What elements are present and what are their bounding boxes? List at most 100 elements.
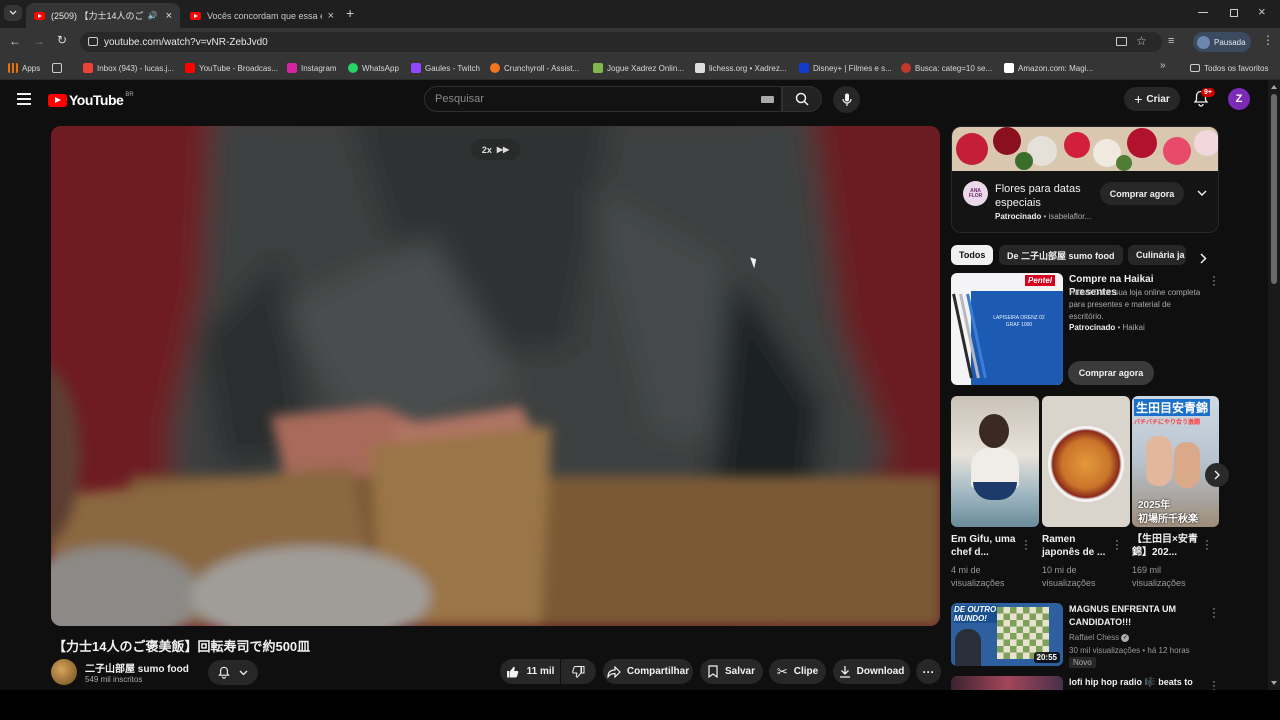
microphone-icon — [841, 93, 852, 106]
browser-tab-active[interactable]: (2509) 【力士14人のご褒美飯 🔊 × — [26, 3, 180, 28]
short-title[interactable]: Ramen japonês de ... — [1042, 533, 1108, 559]
clip-button[interactable]: ✂ Clipe — [769, 659, 826, 684]
youtube-logo[interactable]: YouTube BR — [48, 92, 134, 108]
youtube-favicon-icon — [34, 11, 45, 20]
bookmark-item[interactable]: Amazon.com: Magi... — [1004, 61, 1093, 75]
scrollbar-down-arrow[interactable] — [1271, 681, 1277, 685]
save-button[interactable]: Salvar — [700, 659, 763, 684]
bookmark-item[interactable]: lichess.org • Xadrez... — [695, 61, 787, 75]
fast-forward-icon: ▶▶ — [496, 145, 510, 154]
bookmark-item[interactable]: Apps — [8, 61, 40, 75]
profile-avatar — [1197, 35, 1210, 49]
close-window-button[interactable]: × — [1258, 4, 1266, 19]
scrollbar-thumb[interactable] — [1271, 94, 1277, 284]
more-actions-button[interactable]: ··· — [916, 659, 941, 684]
ad-banner[interactable]: ANA FLOR Flores para datas especiais Pat… — [951, 126, 1219, 233]
tab-groups-icon[interactable] — [52, 61, 66, 75]
bookmark-item[interactable]: Busca: categ=10 se... — [901, 61, 992, 75]
short-views: 169 mil visualizações — [1132, 565, 1186, 588]
short-title[interactable]: 【生田目×安青錦】202... — [1132, 533, 1198, 559]
short-thumbnail[interactable] — [951, 396, 1039, 527]
bookmark-star-icon[interactable]: ☆ — [1136, 34, 1147, 48]
verified-icon: ✓ — [1121, 633, 1130, 642]
more-options-icon[interactable]: ··· — [1212, 604, 1216, 623]
more-bookmarks-icon[interactable]: » — [1160, 60, 1166, 71]
ad-card-thumbnail[interactable]: Pentel LAPISEIRA ORENZ 02 GRAF 1000 — [951, 273, 1063, 385]
search-input[interactable]: Pesquisar — [424, 86, 782, 112]
bookmark-item[interactable]: Crunchyroll - Assist... — [490, 61, 579, 75]
create-button[interactable]: + Criar — [1124, 87, 1180, 111]
bookmark-item[interactable]: Jogue Xadrez Onlin... — [593, 61, 684, 75]
guide-menu-icon[interactable] — [17, 93, 31, 105]
folder-icon — [1190, 64, 1200, 72]
short-title[interactable]: Em Gifu, uma chef d... — [951, 533, 1017, 559]
channel-name[interactable]: 二子山部屋 sumo food — [85, 660, 189, 675]
download-button[interactable]: Download — [833, 659, 910, 684]
close-tab-icon[interactable]: × — [328, 10, 334, 22]
shorts-next-button[interactable] — [1205, 463, 1229, 487]
bookmark-item[interactable]: Gaules - Twitch — [411, 61, 480, 75]
short-thumbnail[interactable]: 生田目安青錦 バチバチにやり合う激闘 2025年 初場所千秋楽 — [1132, 396, 1219, 527]
subscription-bell-button[interactable] — [208, 660, 258, 685]
more-options-icon[interactable]: ··· — [1212, 272, 1216, 291]
scrollbar-up-arrow[interactable] — [1271, 85, 1277, 89]
more-options-icon[interactable]: ··· — [1115, 536, 1119, 555]
share-button[interactable]: Compartilhar — [603, 659, 693, 684]
account-avatar[interactable]: Z — [1228, 88, 1250, 110]
ad-banner-title: Flores para datas especiais — [995, 183, 1081, 209]
channel-avatar[interactable] — [51, 659, 77, 685]
flowers-banner-image — [952, 127, 1218, 171]
bookmark-item[interactable]: WhatsApp — [348, 61, 399, 75]
back-icon[interactable]: ← — [9, 34, 21, 48]
video-title[interactable]: MAGNUS ENFRENTA UM CANDIDATO!!! — [1069, 603, 1195, 629]
notifications-button[interactable]: 9+ — [1193, 88, 1215, 108]
chip-japanese-cuisine[interactable]: Culinária ja — [1128, 245, 1186, 265]
ad-banner-cta-button[interactable]: Comprar agora — [1100, 182, 1184, 205]
search-button[interactable] — [782, 86, 822, 112]
reload-icon[interactable]: ↻ — [57, 33, 67, 47]
maximize-button[interactable] — [1230, 9, 1238, 17]
site-info-icon[interactable] — [88, 37, 98, 46]
bookmark-item[interactable]: Instagram — [287, 61, 337, 75]
video-thumbnail[interactable]: DE OUTRO MUNDO! 20:55 — [951, 603, 1063, 666]
chip-all[interactable]: Todos — [951, 245, 994, 265]
new-tab-button[interactable]: + — [346, 5, 354, 21]
thumb-text: DE OUTRO MUNDO! — [954, 605, 998, 623]
bookmark-item[interactable]: YouTube - Broadcas... — [185, 61, 278, 75]
download-label: Download — [856, 666, 905, 677]
chevron-right-icon[interactable] — [1200, 253, 1207, 264]
cast-icon[interactable] — [1116, 37, 1127, 46]
gmail-icon — [83, 63, 93, 73]
video-title[interactable]: lofi hip hop radio 🎼 beats to — [1069, 676, 1195, 689]
more-options-icon[interactable]: ··· — [1205, 536, 1209, 555]
video-frame — [51, 126, 940, 626]
bookmark-item[interactable]: Inbox (943) - lucas.j... — [83, 61, 174, 75]
voice-search-button[interactable] — [833, 86, 860, 113]
minimize-button[interactable] — [1198, 12, 1208, 13]
short-thumbnail[interactable] — [1042, 396, 1130, 527]
chevron-down-icon[interactable] — [1197, 190, 1207, 197]
new-badge: Novo — [1069, 657, 1096, 668]
browser-tab[interactable]: Vocês concordam que essa é u × — [182, 3, 342, 28]
like-button[interactable]: 11 mil — [500, 659, 560, 684]
profile-button[interactable]: Pausada — [1193, 32, 1251, 52]
forward-icon[interactable]: → — [33, 34, 45, 48]
close-tab-icon[interactable]: × — [166, 10, 172, 22]
bookmark-item[interactable]: Disney+ | Filmes e s... — [799, 61, 892, 75]
ad-card-cta-button[interactable]: Comprar agora — [1068, 361, 1154, 385]
media-controls-icon[interactable]: ≡ — [1168, 35, 1174, 47]
url-text: youtube.com/watch?v=vNR-ZebJvd0 — [104, 36, 268, 48]
page-scrollbar[interactable] — [1268, 80, 1280, 690]
address-bar[interactable]: youtube.com/watch?v=vNR-ZebJvd0 ☆ — [80, 32, 1162, 52]
chess-pawn-icon — [593, 63, 603, 73]
keyboard-icon[interactable] — [761, 96, 774, 103]
apps-grid-icon — [8, 63, 18, 73]
all-bookmarks-folder[interactable]: Todos os favoritos — [1190, 61, 1268, 75]
video-player[interactable]: 2x ▶▶ — [51, 126, 940, 626]
more-options-icon[interactable]: ··· — [1024, 536, 1028, 555]
chevron-right-icon — [1214, 470, 1220, 480]
dislike-button[interactable] — [561, 659, 596, 684]
chip-channel[interactable]: De 二子山部屋 sumo food — [999, 245, 1123, 265]
browser-menu-icon[interactable]: ⋮ — [1262, 34, 1274, 46]
tab-search-button[interactable] — [4, 5, 22, 21]
